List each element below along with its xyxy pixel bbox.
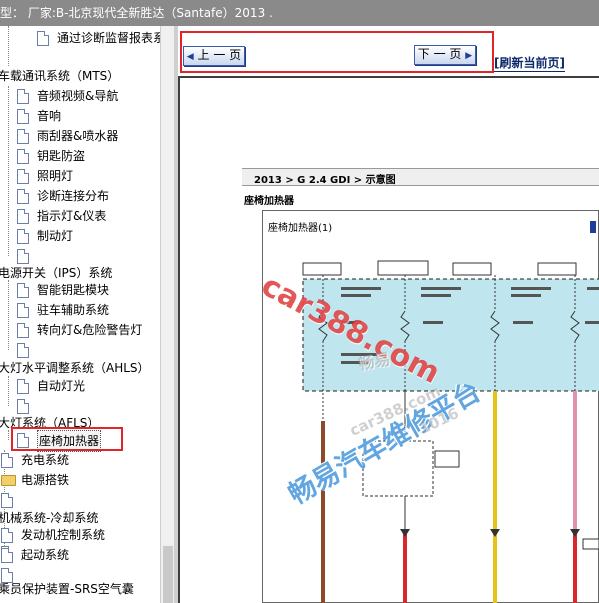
fuse-label-stub bbox=[513, 321, 533, 324]
section-title: 座椅加热器 bbox=[244, 196, 294, 207]
tree-item-label: 诊断连接分布 bbox=[37, 189, 110, 203]
document-icon bbox=[17, 89, 29, 104]
connector-marker bbox=[490, 529, 500, 537]
tree-item-label: 智能钥匙模块 bbox=[37, 283, 110, 297]
tree-connector bbox=[8, 280, 9, 350]
fuse-label-stub bbox=[423, 321, 443, 324]
tree-item-label: 充电系统 bbox=[21, 453, 70, 467]
fuse-label-stub bbox=[341, 294, 371, 297]
sidebar-scrollbar[interactable] bbox=[160, 26, 174, 603]
document-icon bbox=[1, 493, 13, 508]
connector-label bbox=[377, 260, 429, 276]
fuse-label-stub bbox=[341, 287, 381, 290]
connector-label bbox=[582, 538, 599, 550]
selected-item-highlight bbox=[11, 427, 123, 451]
document-icon bbox=[1, 548, 13, 563]
document-icon bbox=[1, 453, 13, 468]
content-panel: ◀ 上 一 页 下 一 页 ▶ [刷新当前页] 2013 > G 2.4 GDI… bbox=[178, 26, 599, 603]
tree-item-label: 指示灯&仪表 bbox=[37, 209, 107, 223]
fuse-label-stub bbox=[585, 321, 599, 324]
window-title-bar: 型： 厂家:B-北京现代全新胜达（Santafe）2013 . bbox=[0, 0, 599, 26]
tree-item-label: 制动灯 bbox=[37, 229, 74, 243]
connector-marker bbox=[400, 529, 410, 537]
nav-highlight bbox=[180, 31, 494, 73]
document-icon bbox=[17, 149, 29, 164]
document-icon bbox=[17, 109, 29, 124]
document-icon bbox=[17, 129, 29, 144]
fuse-label-stub bbox=[421, 287, 461, 290]
tree-item-label: 音响 bbox=[37, 109, 62, 123]
tree-connector bbox=[8, 26, 9, 66]
document-icon bbox=[17, 343, 29, 358]
breadcrumb: 2013 > G 2.4 GDI > 示意图 bbox=[242, 168, 599, 186]
document-icon bbox=[17, 303, 29, 318]
connector-marker bbox=[570, 529, 580, 537]
tree-item-label: 照明灯 bbox=[37, 169, 74, 183]
document-icon bbox=[37, 31, 49, 46]
tree-item-label: 雨刮器&喷水器 bbox=[37, 129, 119, 143]
connector-label bbox=[302, 262, 342, 276]
fuse-label-stub bbox=[511, 294, 541, 297]
connector-label bbox=[452, 262, 492, 276]
tree-item-label: 起动系统 bbox=[21, 548, 70, 562]
tree-item-label: 车载通讯系统（MTS） bbox=[0, 69, 120, 83]
document-icon bbox=[17, 379, 29, 394]
tree-item-label: 钥匙防盗 bbox=[37, 149, 86, 163]
refresh-link[interactable]: [刷新当前页] bbox=[494, 54, 565, 72]
tree-item-label: 发动机控制系统 bbox=[21, 528, 106, 542]
tree-item-label: 乘员保护装置-SRS空气囊 bbox=[0, 582, 134, 596]
tree-item-label: 音频视频&导航 bbox=[37, 89, 119, 103]
tree-item-label: 通过诊断监督报表系统 bbox=[57, 31, 160, 45]
fuse-label-stub bbox=[587, 287, 599, 290]
tree-item-label: 大灯水平调整系统（AHLS） bbox=[0, 361, 150, 375]
tree-item-label: 电源搭铁 bbox=[21, 473, 70, 487]
tree-connector bbox=[8, 376, 9, 406]
fuse-label-stub bbox=[421, 294, 451, 297]
document-icon bbox=[1, 528, 13, 543]
relay-label bbox=[434, 450, 460, 468]
document-icon bbox=[17, 283, 29, 298]
document-icon bbox=[17, 249, 29, 264]
folder-icon bbox=[1, 475, 16, 486]
window-title: 型： 厂家:B-北京现代全新胜达（Santafe）2013 . bbox=[0, 6, 273, 20]
connector-label bbox=[537, 262, 577, 276]
document-icon bbox=[17, 399, 29, 414]
document-icon bbox=[17, 209, 29, 224]
scrollbar-thumb[interactable] bbox=[163, 546, 173, 603]
tree-item-label: 驻车辅助系统 bbox=[37, 303, 110, 317]
sidebar-tree[interactable]: 通过诊断监督报表系统车载通讯系统（MTS） 音频视频&导航音响雨刮器&喷水器钥匙防… bbox=[0, 26, 160, 603]
tree-item-label: 转向灯&危险警告灯 bbox=[37, 323, 143, 337]
diagram-corner-marker bbox=[590, 221, 596, 233]
document-icon bbox=[17, 189, 29, 204]
document-icon bbox=[17, 229, 29, 244]
fuse-label-stub bbox=[511, 287, 551, 290]
tree-connector bbox=[8, 86, 9, 256]
tree-item-label: 自动灯光 bbox=[37, 379, 86, 393]
document-icon bbox=[17, 323, 29, 338]
document-icon bbox=[17, 169, 29, 184]
